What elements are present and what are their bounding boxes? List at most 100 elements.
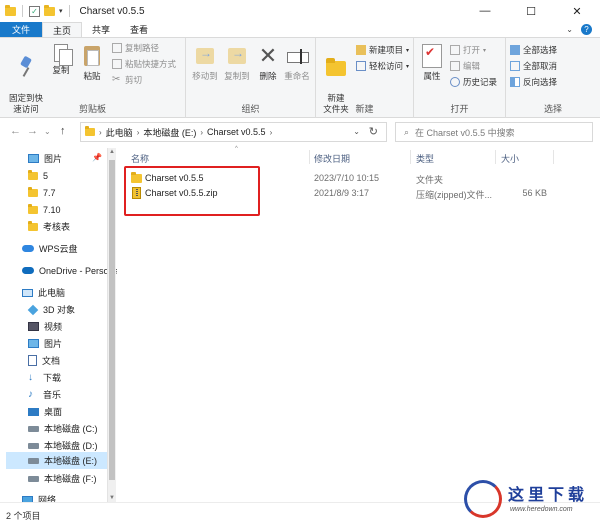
nav-item-drive-c[interactable]: 本地磁盘 (C:) (28, 420, 98, 437)
nav-item-label: 音乐 (43, 390, 62, 400)
easy-access-button[interactable]: 轻松访问 ▾ (356, 60, 409, 72)
nav-item-3d-objects[interactable]: 3D 对象 (27, 301, 75, 318)
nav-item-network[interactable]: 网络 (22, 491, 56, 502)
nav-item-onedrive[interactable]: OneDrive - Personal (22, 262, 117, 279)
file-modified: 2023/7/10 10:15 (314, 173, 380, 183)
select-group-label: 选择 (543, 104, 562, 114)
nav-item-wps-cloud[interactable]: WPS云盘 (22, 240, 78, 257)
select-group: 全部选择 全部取消 反向选择 选择 (506, 38, 600, 118)
new-group: 新建 文件夹 新建项目 ▾ 轻松访问 ▾ 新建 (316, 38, 414, 118)
cut-button[interactable]: ✂ 剪切 (112, 74, 142, 86)
close-button[interactable]: ✕ (554, 0, 600, 22)
history-button[interactable]: 历史记录 (450, 76, 497, 88)
chevron-right-icon: › (200, 127, 204, 137)
nav-item-downloads[interactable]: ↓ 下载 (28, 369, 61, 386)
refresh-button[interactable]: ↻ (369, 125, 378, 138)
file-size: 56 KB (522, 188, 547, 198)
pictures-icon (28, 154, 39, 163)
breadcrumb-drive-e[interactable]: 本地磁盘 (E:) (143, 126, 196, 139)
tab-file[interactable]: 文件 (0, 22, 43, 37)
file-type: 压缩(zipped)文件... (416, 190, 493, 200)
nav-item-pictures-quick[interactable]: 图片 (28, 150, 62, 167)
tab-share[interactable]: 共享 (82, 22, 120, 37)
address-bar-row: ← → ⌄ ↑ › 此电脑 › 本地磁盘 (E:) › Charset v0.5… (0, 118, 600, 146)
tab-home[interactable]: 主页 (42, 22, 83, 37)
column-header-size[interactable]: 大小 (501, 152, 519, 165)
invert-selection-button[interactable]: 反向选择 (510, 76, 557, 88)
nav-item-videos[interactable]: 视频 (28, 318, 62, 335)
folder-icon (28, 220, 38, 231)
new-folder-icon[interactable] (44, 4, 55, 16)
rename-button[interactable]: 重命名 (282, 44, 312, 82)
breadcrumb-this-pc[interactable]: 此电脑 (106, 126, 133, 139)
chevron-right-icon: › (269, 127, 273, 137)
new-folder-icon (324, 55, 348, 79)
select-all-button[interactable]: 全部选择 (510, 44, 557, 56)
nav-item-pictures[interactable]: 图片 (28, 335, 62, 352)
nav-item-folder-7-7[interactable]: 7.7 (28, 184, 56, 201)
file-type: 文件夹 (416, 175, 444, 185)
copy-button[interactable]: 复制 (48, 44, 74, 76)
select-none-icon (510, 61, 520, 71)
column-header-name[interactable]: 名称 (131, 152, 149, 165)
move-to-button[interactable]: 移动到 (190, 44, 220, 82)
breadcrumb-charset[interactable]: Charset v0.5.5 (207, 127, 266, 137)
rename-icon (286, 44, 309, 68)
pictures-icon (28, 339, 39, 348)
drive-icon (28, 475, 39, 482)
dropdown-caret-icon: ▾ (483, 47, 487, 54)
easy-access-icon (356, 61, 366, 71)
nav-item-drive-f[interactable]: 本地磁盘 (F:) (28, 470, 97, 487)
edit-button[interactable]: 编辑 (450, 60, 480, 72)
paste-label: 粘贴 (83, 71, 101, 81)
open-button[interactable]: 打开 ▾ (450, 44, 486, 56)
scrollbar-thumb[interactable] (109, 160, 115, 480)
back-button[interactable]: ← (10, 125, 21, 137)
help-icon[interactable]: ? (581, 24, 592, 35)
nav-item-label: 7.10 (43, 204, 61, 215)
window-title: Charset v0.5.5 (79, 5, 145, 17)
scroll-up-icon[interactable]: ▲ (109, 149, 115, 155)
new-item-label: 新建项目 (369, 45, 404, 55)
column-header-type[interactable]: 类型 (416, 152, 434, 165)
nav-scrollbar[interactable]: ▲ ▼ (107, 148, 116, 502)
paste-button[interactable]: 粘贴 (78, 44, 106, 82)
qat-dropdown-icon[interactable]: ▾ (59, 7, 63, 15)
chevron-down-icon[interactable]: ⌄ (353, 127, 360, 136)
forward-button[interactable]: → (27, 125, 38, 137)
nav-item-music[interactable]: ♪ 音乐 (28, 386, 61, 403)
nav-item-folder-5[interactable]: 5 (28, 167, 48, 184)
delete-button[interactable]: ✕ 删除 (256, 44, 280, 82)
address-input[interactable]: › 此电脑 › 本地磁盘 (E:) › Charset v0.5.5 › ⌄ ↻ (80, 122, 387, 142)
nav-item-folder-7-10[interactable]: 7.10 (28, 201, 61, 218)
nav-item-this-pc[interactable]: 此电脑 (22, 284, 65, 301)
recent-locations-button[interactable]: ⌄ (44, 127, 51, 136)
invert-selection-icon (510, 77, 520, 87)
tab-view[interactable]: 查看 (120, 22, 158, 37)
nav-item-desktop[interactable]: 桌面 (28, 403, 62, 420)
divider (309, 150, 310, 164)
properties-check-icon[interactable]: ✓ (29, 5, 40, 17)
nav-item-documents[interactable]: 文档 (28, 352, 60, 369)
up-button[interactable]: ↑ (60, 125, 66, 137)
nav-item-label: 文档 (42, 356, 61, 366)
select-none-button[interactable]: 全部取消 (510, 60, 557, 72)
chevron-down-icon[interactable]: ⌄ (566, 25, 573, 34)
minimize-button[interactable]: — (462, 0, 508, 22)
new-item-button[interactable]: 新建项目 ▾ (356, 44, 409, 56)
copy-path-button[interactable]: 复制路径 (112, 42, 159, 54)
search-input[interactable]: ⌕ 在 Charset v0.5.5 中搜索 (395, 122, 593, 142)
copy-to-button[interactable]: 复制到 (222, 44, 252, 82)
paste-shortcut-button[interactable]: 粘贴快捷方式 (112, 58, 176, 70)
nav-item-label: WPS云盘 (39, 244, 78, 254)
properties-button[interactable]: 属性 (418, 44, 446, 82)
column-header-modified[interactable]: 修改日期 (314, 152, 350, 165)
navigation-pane: 图片 📌 5 7.7 7.10 考核表 WPS云盘 OneDrive - Per… (0, 146, 117, 502)
maximize-button[interactable]: ☐ (508, 0, 554, 22)
scroll-down-icon[interactable]: ▼ (109, 495, 115, 501)
new-group-label: 新建 (355, 104, 374, 114)
copy-to-icon (226, 44, 248, 68)
nav-item-label: 视频 (44, 322, 63, 332)
nav-item-folder-kaohebiao[interactable]: 考核表 (28, 218, 70, 235)
nav-item-drive-e[interactable]: 本地磁盘 (E:) (6, 452, 107, 469)
